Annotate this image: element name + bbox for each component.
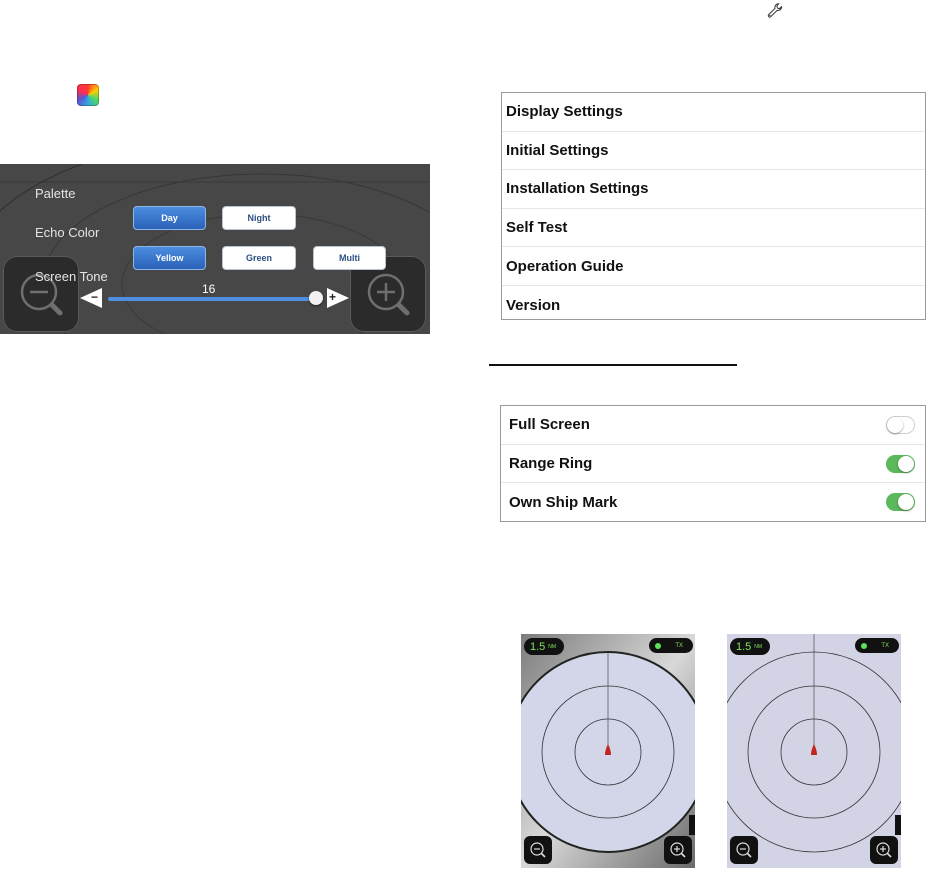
echo-color-label: Echo Color — [35, 225, 100, 240]
toggle-row-range-ring: Range Ring — [501, 445, 925, 484]
side-panel-tab[interactable] — [895, 815, 901, 835]
menu-item-installation-settings[interactable]: Installation Settings — [502, 170, 925, 209]
radar-screen-left: 1.5 NM TX — [521, 634, 695, 868]
range-ring-toggle[interactable] — [886, 454, 915, 473]
toggle-row-full-screen: Full Screen — [501, 406, 925, 445]
zoom-out-icon — [20, 273, 63, 316]
palette-day-button[interactable]: Day — [133, 206, 206, 230]
radar-zoom-in-button[interactable] — [870, 836, 898, 864]
zoom-in-icon — [670, 842, 686, 858]
tx-indicator-icon — [655, 643, 661, 649]
side-panel-tab[interactable] — [689, 815, 695, 835]
zoom-out-button[interactable] — [3, 256, 79, 332]
radar-zoom-out-button[interactable] — [524, 836, 552, 864]
zoom-in-icon — [876, 842, 892, 858]
separator-line — [489, 364, 737, 366]
palette-panel: Palette Echo Color Screen Tone Day Night… — [0, 164, 430, 334]
echo-green-button[interactable]: Green — [222, 246, 296, 270]
screen-tone-value: 16 — [202, 282, 216, 296]
radar-zoom-in-button[interactable] — [664, 836, 692, 864]
menu-item-initial-settings[interactable]: Initial Settings — [502, 132, 925, 171]
range-value: 1.5 — [530, 640, 546, 653]
screen-tone-slider[interactable] — [108, 297, 318, 301]
full-screen-toggle[interactable] — [886, 416, 915, 434]
radar-display — [727, 634, 901, 868]
own-ship-mark-toggle[interactable] — [886, 493, 915, 512]
menu-item-version[interactable]: Version — [502, 286, 925, 325]
tx-status[interactable]: TX — [855, 638, 899, 653]
screen-tone-slider-thumb[interactable] — [309, 291, 323, 305]
range-indicator[interactable]: 1.5 NM — [730, 638, 770, 655]
menu-item-display-settings[interactable]: Display Settings — [502, 93, 925, 132]
toggle-label: Range Ring — [509, 454, 593, 472]
range-value: 1.5 — [736, 640, 752, 653]
tone-minus-sign: − — [91, 290, 99, 304]
radar-screen-right: 1.5 NM TX — [727, 634, 901, 868]
tx-label: TX — [881, 642, 889, 649]
screen-tone-label: Screen Tone — [35, 269, 108, 284]
range-indicator[interactable]: 1.5 NM — [524, 638, 564, 655]
toggle-label: Own Ship Mark — [509, 493, 618, 511]
tx-label: TX — [675, 642, 683, 649]
tone-plus-sign: + — [329, 290, 337, 304]
echo-yellow-button[interactable]: Yellow — [133, 246, 206, 270]
toggle-label: Full Screen — [509, 416, 590, 434]
palette-label: Palette — [35, 186, 76, 201]
echo-multi-button[interactable]: Multi — [313, 246, 386, 270]
tx-indicator-icon — [861, 643, 867, 649]
palette-night-button[interactable]: Night — [222, 206, 296, 230]
menu-item-self-test[interactable]: Self Test — [502, 209, 925, 248]
range-unit: NM — [548, 643, 557, 650]
range-unit: NM — [754, 643, 763, 650]
display-toggle-list: Full Screen Range Ring Own Ship Mark — [500, 405, 926, 522]
radar-zoom-out-button[interactable] — [730, 836, 758, 864]
radar-display — [521, 634, 695, 868]
tx-status[interactable]: TX — [649, 638, 693, 653]
settings-menu: Display Settings Initial Settings Instal… — [501, 92, 926, 320]
menu-item-operation-guide[interactable]: Operation Guide — [502, 247, 925, 286]
zoom-out-icon — [736, 842, 752, 858]
toggle-row-own-ship-mark: Own Ship Mark — [501, 483, 925, 522]
zoom-out-icon — [530, 842, 546, 858]
palette-icon — [77, 84, 99, 106]
wrench-icon — [767, 3, 783, 18]
